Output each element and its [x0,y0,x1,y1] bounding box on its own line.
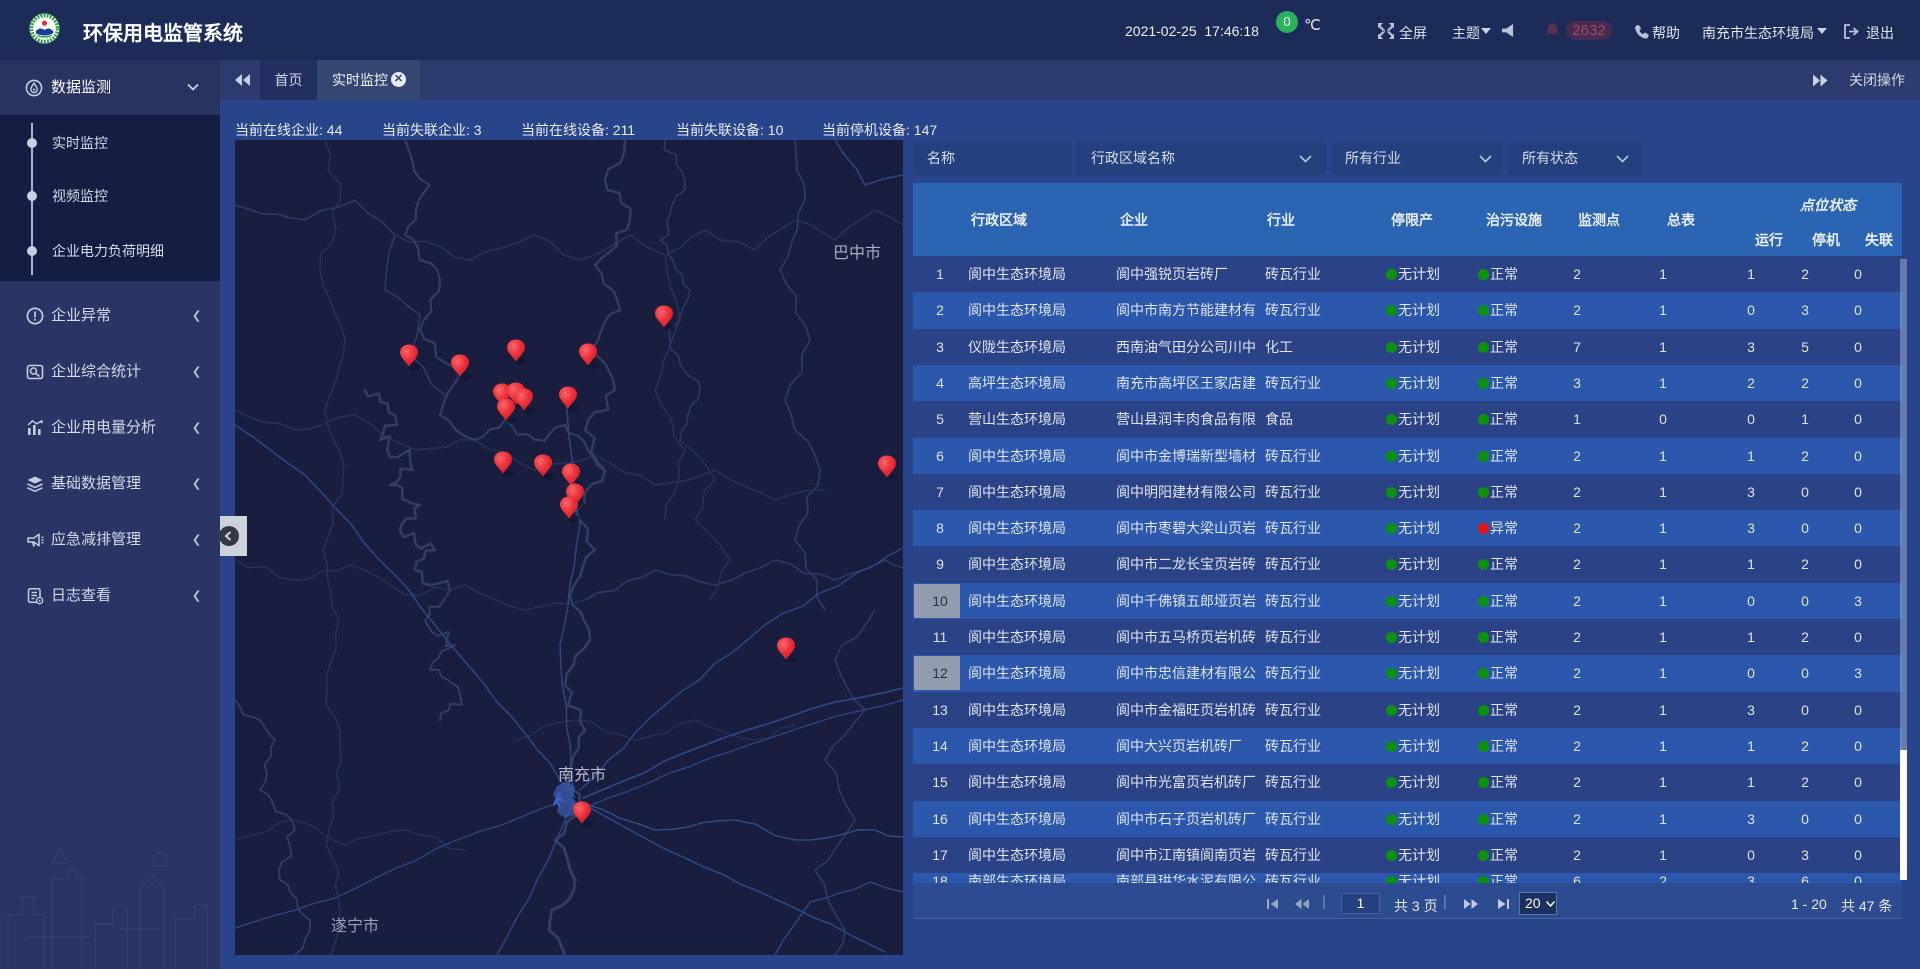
svg-text:巴中市: 巴中市 [833,244,881,262]
svg-text:遂宁市: 遂宁市 [331,917,379,935]
svg-text:南充市: 南充市 [558,766,606,784]
